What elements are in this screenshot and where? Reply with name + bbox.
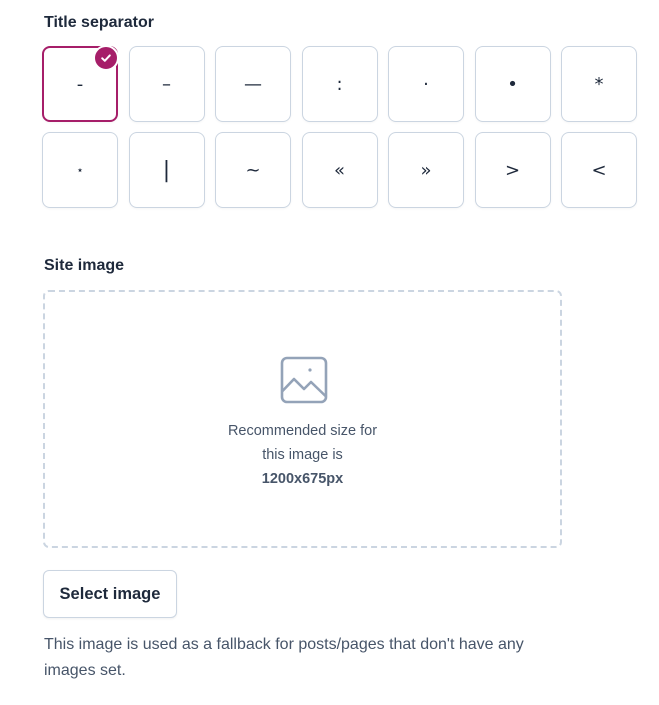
separator-option-right-guillemet[interactable]: »: [388, 132, 464, 208]
separator-option-symbol: >: [504, 159, 521, 181]
site-image-label: Site image: [44, 257, 125, 274]
separator-option-symbol: –: [162, 73, 171, 95]
title-separator-options: - – — : · • * ⋆ | ~ « » > <: [42, 45, 637, 208]
separator-option-symbol: »: [420, 159, 432, 181]
dropzone-recommended-text: Recommended size for: [227, 423, 378, 439]
separator-option-symbol: :: [336, 73, 343, 95]
separator-option-symbol: <: [591, 159, 607, 181]
separator-option-en-dash[interactable]: –: [128, 46, 205, 122]
separator-option-symbol: ~: [245, 159, 261, 181]
select-image-button[interactable]: Select image: [43, 570, 177, 618]
site-image-help-text: This image is used as a fallback for pos…: [44, 636, 524, 679]
separator-option-asterisk[interactable]: *: [561, 46, 637, 122]
separator-option-symbol: «: [333, 159, 345, 181]
separator-option-tilde[interactable]: ~: [215, 132, 291, 208]
check-circle-icon: [93, 45, 119, 71]
separator-option-less-than[interactable]: <: [561, 132, 637, 208]
separator-option-colon[interactable]: :: [301, 46, 378, 122]
separator-option-greater-than[interactable]: >: [474, 132, 551, 208]
separator-option-bullet[interactable]: •: [474, 46, 551, 122]
image-icon: [280, 356, 328, 404]
separator-option-symbol: •: [507, 73, 518, 95]
separator-option-symbol: ⋆: [76, 163, 84, 177]
separator-option-low-asterisk[interactable]: ⋆: [42, 132, 118, 208]
separator-option-middle-dot[interactable]: ·: [388, 46, 464, 122]
separator-option-symbol: —: [244, 73, 262, 95]
separator-option-em-dash[interactable]: —: [215, 46, 291, 122]
separator-option-symbol: |: [162, 157, 171, 183]
separator-option-left-guillemet[interactable]: «: [301, 132, 378, 208]
separator-option-symbol: *: [594, 73, 604, 95]
site-image-dropzone[interactable]: Recommended size for this image is 1200x…: [43, 290, 562, 548]
dropzone-recommended-size: 1200x675px: [261, 471, 344, 487]
title-separator-label: Title separator: [44, 14, 154, 31]
separator-option-symbol: -: [76, 73, 84, 95]
separator-option-pipe[interactable]: |: [128, 132, 205, 208]
separator-option-dash[interactable]: -: [42, 45, 119, 122]
separator-option-symbol: ·: [423, 73, 429, 95]
dropzone-recommended-text-2: this image is: [262, 447, 343, 463]
